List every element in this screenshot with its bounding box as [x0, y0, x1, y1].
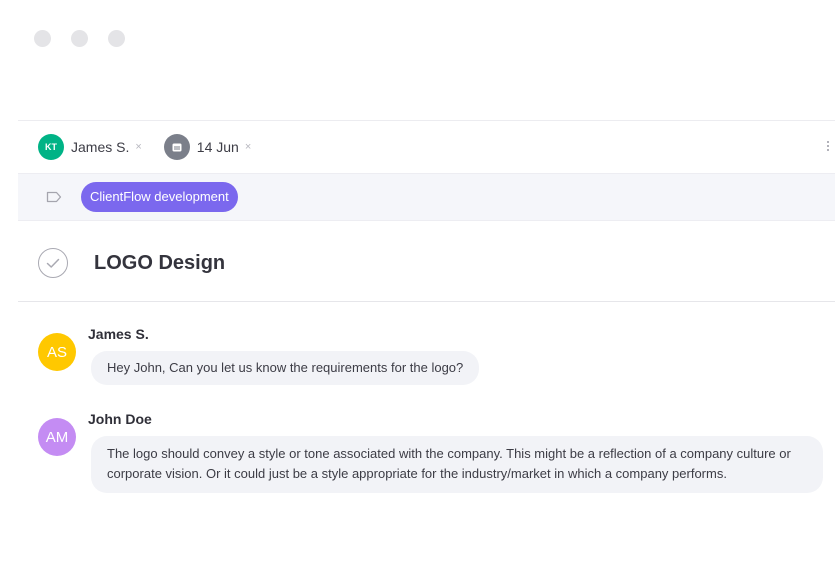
due-date-label: 14 Jun: [196, 139, 239, 155]
avatar: AM: [38, 418, 76, 456]
window-minimize-button[interactable]: [71, 30, 88, 47]
comment-body: James S. Hey John, Can you let us know t…: [88, 325, 823, 385]
assignee-avatar: KT: [38, 134, 64, 160]
window-close-button[interactable]: [34, 30, 51, 47]
task-title-row: LOGO Design: [38, 244, 225, 282]
comment-author: John Doe: [88, 411, 152, 427]
check-circle-icon[interactable]: [38, 248, 68, 278]
content-divider: [18, 301, 835, 302]
task-meta-row: KT James S. × 14 Jun ×: [18, 121, 835, 173]
comment-item: AM John Doe The logo should convey a sty…: [38, 410, 823, 493]
tag-row: ClientFlow development: [18, 173, 835, 221]
remove-due-date-icon[interactable]: ×: [245, 141, 251, 153]
avatar: AS: [38, 333, 76, 371]
comment-author: James S.: [88, 326, 149, 342]
calendar-icon: [163, 134, 190, 160]
task-detail-window: KT James S. × 14 Jun × ClientFlow develo…: [0, 0, 835, 576]
project-tag[interactable]: ClientFlow development: [81, 182, 238, 212]
comment-body: John Doe The logo should convey a style …: [88, 410, 823, 493]
assignee-chip[interactable]: KT James S. ×: [38, 134, 142, 160]
comment-text: The logo should convey a style or tone a…: [91, 436, 823, 493]
comment-text: Hey John, Can you let us know the requir…: [91, 351, 480, 385]
assignee-name: James S.: [71, 139, 130, 155]
task-title[interactable]: LOGO Design: [94, 252, 225, 275]
remove-assignee-icon[interactable]: ×: [135, 141, 141, 153]
window-controls: [34, 30, 125, 47]
more-options-icon[interactable]: [827, 141, 829, 151]
due-date-chip[interactable]: 14 Jun ×: [163, 134, 251, 160]
tag-icon[interactable]: [46, 191, 62, 203]
comment-item: AS James S. Hey John, Can you let us kno…: [38, 325, 823, 385]
window-maximize-button[interactable]: [108, 30, 125, 47]
